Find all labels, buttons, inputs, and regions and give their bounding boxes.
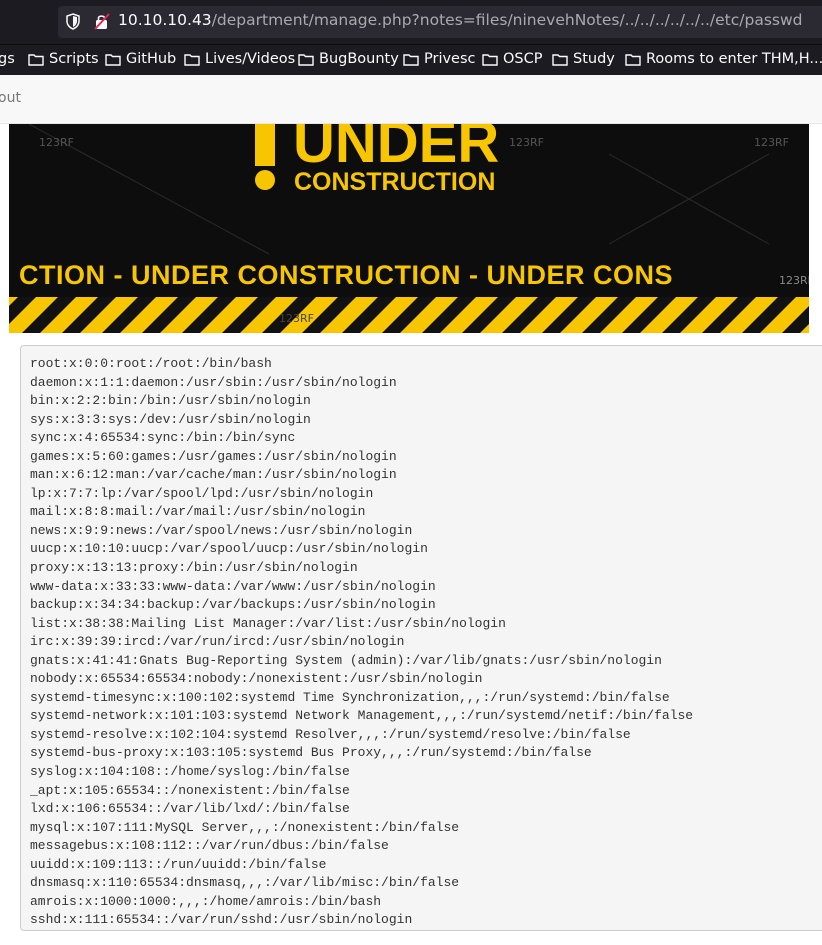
passwd-line: mail:x:8:8:mail:/var/mail:/usr/sbin/nolo… — [30, 504, 366, 520]
folder-icon — [625, 53, 641, 66]
bookmark-folder-scripts[interactable]: Scripts — [28, 51, 99, 67]
bookmark-folder-rooms[interactable]: Rooms to enter THM,H... — [625, 51, 822, 67]
passwd-line: sync:x:4:65534:sync:/bin:/bin/sync — [30, 430, 296, 446]
bookmark-label: Scripts — [49, 51, 99, 67]
passwd-line: mysql:x:107:111:MySQL Server,,,:/nonexis… — [30, 819, 460, 835]
bookmark-label: gs — [0, 51, 15, 67]
passwd-line: sys:x:3:3:sys:/dev:/usr/sbin/nologin — [30, 411, 311, 427]
passwd-line: systemd-timesync:x:100:102:systemd Time … — [30, 689, 670, 705]
passwd-line: _apt:x:105:65534::/nonexistent:/bin/fals… — [30, 782, 350, 798]
passwd-line: news:x:9:9:news:/var/spool/news:/usr/sbi… — [30, 522, 413, 538]
folder-icon — [298, 53, 314, 66]
bookmark-folder-study[interactable]: Study — [552, 51, 615, 67]
bookmark-label: Lives/Videos — [205, 51, 296, 67]
passwd-line: bin:x:2:2:bin:/bin:/usr/sbin/nologin — [30, 393, 311, 409]
exclamation-bar — [255, 124, 275, 166]
bookmark-folder-oscp[interactable]: OSCP — [482, 51, 543, 67]
browser-toolbar: 10.10.10.43/department/manage.php?notes=… — [0, 0, 822, 44]
bookmark-label: Study — [573, 51, 615, 67]
passwd-line: uuidd:x:109:113::/run/uuidd:/bin/false — [30, 856, 327, 872]
watermark-text: 123RF — [754, 136, 789, 149]
bookmark-folder-lives-videos[interactable]: Lives/Videos — [184, 51, 295, 67]
bookmark-label: BugBounty — [319, 51, 399, 67]
bookmark-folder-privesc[interactable]: Privesc — [403, 51, 476, 67]
folder-icon — [403, 53, 419, 66]
passwd-line: www-data:x:33:33:www-data:/var/www:/usr/… — [30, 578, 436, 594]
bookmark-item[interactable]: gs — [0, 51, 15, 67]
watermark-text: 123RF — [279, 312, 314, 325]
passwd-line: amrois:x:1000:1000:,,,:/home/amrois:/bin… — [30, 893, 382, 909]
banner-repeat-text: CTION - UNDER CONSTRUCTION - UNDER CONS — [19, 260, 673, 290]
passwd-line: games:x:5:60:games:/usr/games:/usr/sbin/… — [30, 448, 397, 464]
bookmark-label: GitHub — [126, 51, 177, 67]
passwd-line: nobody:x:65534:65534:nobody:/nonexistent… — [30, 671, 483, 687]
passwd-line: man:x:6:12:man:/var/cache/man:/usr/sbin/… — [30, 467, 397, 483]
under-construction-banner: UNDER CONSTRUCTION CTION - UNDER CONSTRU… — [9, 124, 809, 333]
url-path: /department/manage.php?notes=files/ninev… — [211, 11, 803, 29]
passwd-line: root:x:0:0:root:/root:/bin/bash — [30, 356, 272, 371]
hazard-stripes — [9, 297, 809, 333]
shield-icon[interactable] — [66, 13, 80, 30]
bookmarks-bar: gs Scripts GitHub Lives/Videos BugBounty… — [0, 44, 822, 75]
passwd-line: dnsmasq:x:110:65534:dnsmasq,,,:/var/lib/… — [30, 875, 460, 891]
folder-icon — [105, 53, 121, 66]
passwd-line: list:x:38:38:Mailing List Manager:/var/l… — [30, 615, 506, 631]
site-navbar: out — [0, 75, 822, 124]
passwd-line: lxd:x:106:65534::/var/lib/lxd/:/bin/fals… — [30, 801, 350, 817]
passwd-line: systemd-resolve:x:102:104:systemd Resolv… — [30, 726, 631, 742]
passwd-line: messagebus:x:108:112::/var/run/dbus:/bin… — [30, 838, 389, 854]
passwd-line: proxy:x:13:13:proxy:/bin:/usr/sbin/nolog… — [30, 560, 358, 576]
banner-subtitle: CONSTRUCTION — [294, 168, 495, 196]
watermark-text: 123RF — [509, 136, 544, 149]
folder-icon — [28, 53, 44, 66]
url-host: 10.10.10.43 — [118, 11, 212, 29]
folder-icon — [482, 53, 498, 66]
insecure-lock-icon[interactable] — [94, 13, 110, 30]
passwd-output: root:x:0:0:root:/root:/bin/bash daemon:x:… — [30, 355, 693, 930]
bookmark-folder-bugbounty[interactable]: BugBounty — [298, 51, 399, 67]
passwd-line: syslog:x:104:108::/home/syslog:/bin/fals… — [30, 764, 350, 780]
passwd-line: sshd:x:111:65534::/var/run/sshd:/usr/sbi… — [30, 912, 413, 928]
passwd-line: systemd-network:x:101:103:systemd Networ… — [30, 708, 694, 724]
url-text[interactable]: 10.10.10.43/department/manage.php?notes=… — [118, 11, 803, 29]
exclamation-dot — [255, 170, 275, 190]
folder-icon — [552, 53, 568, 66]
bookmark-label: OSCP — [503, 51, 543, 67]
passwd-line: uucp:x:10:10:uucp:/var/spool/uucp:/usr/s… — [30, 541, 428, 557]
banner-graphic: UNDER CONSTRUCTION CTION - UNDER CONSTRU… — [9, 124, 809, 333]
passwd-line: systemd-bus-proxy:x:103:105:systemd Bus … — [30, 745, 592, 761]
passwd-line: irc:x:39:39:ircd:/var/run/ircd:/usr/sbin… — [30, 634, 405, 650]
passwd-line: gnats:x:41:41:Gnats Bug-Reporting System… — [30, 652, 662, 668]
folder-icon — [184, 53, 200, 66]
watermark-text: 123RF — [779, 274, 809, 287]
bookmark-label: Rooms to enter THM,H... — [646, 51, 822, 67]
logout-link[interactable]: out — [0, 90, 21, 106]
passwd-line: daemon:x:1:1:daemon:/usr/sbin:/usr/sbin/… — [30, 374, 397, 390]
passwd-line: lp:x:7:7:lp:/var/spool/lpd:/usr/sbin/nol… — [30, 485, 374, 501]
bookmark-label: Privesc — [424, 51, 476, 67]
watermark-text: 123RF — [39, 136, 74, 149]
passwd-line: backup:x:34:34:backup:/var/backups:/usr/… — [30, 597, 436, 613]
bookmark-folder-github[interactable]: GitHub — [105, 51, 176, 67]
